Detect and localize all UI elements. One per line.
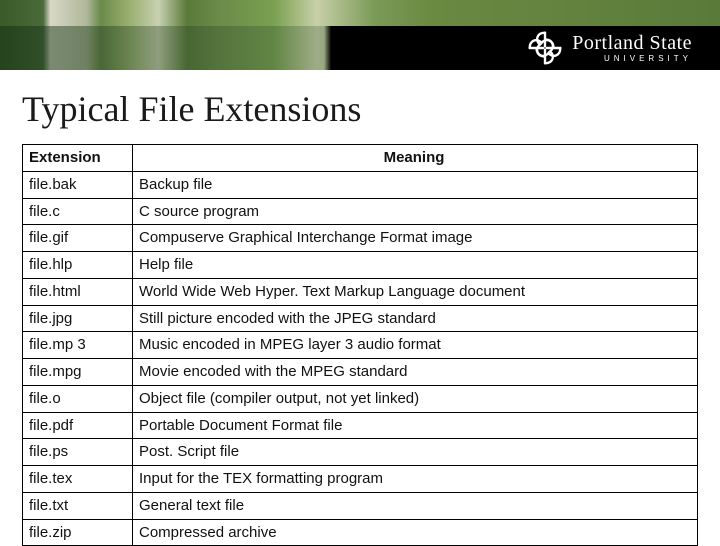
brand-title: Portland State xyxy=(572,33,692,53)
table-row: file.zipCompressed archive xyxy=(23,519,698,546)
cell-extension: file.c xyxy=(23,198,133,225)
extensions-table: Extension Meaning file.bakBackup filefil… xyxy=(22,144,698,546)
table-row: file.bakBackup file xyxy=(23,171,698,198)
cell-extension: file.tex xyxy=(23,466,133,493)
cell-meaning: Object file (compiler output, not yet li… xyxy=(133,385,698,412)
table-row: file.oObject file (compiler output, not … xyxy=(23,385,698,412)
table-row: file.mpgMovie encoded with the MPEG stan… xyxy=(23,359,698,386)
cell-meaning: Backup file xyxy=(133,171,698,198)
cell-extension: file.jpg xyxy=(23,305,133,332)
cell-extension: file.txt xyxy=(23,492,133,519)
cell-meaning: World Wide Web Hyper. Text Markup Langua… xyxy=(133,278,698,305)
table-header-row: Extension Meaning xyxy=(23,145,698,172)
cell-extension: file.o xyxy=(23,385,133,412)
cell-meaning: Portable Document Format file xyxy=(133,412,698,439)
table-row: file.mp 3Music encoded in MPEG layer 3 a… xyxy=(23,332,698,359)
cell-meaning: Compressed archive xyxy=(133,519,698,546)
brand-subtitle: UNIVERSITY xyxy=(572,55,692,63)
cell-extension: file.zip xyxy=(23,519,133,546)
table-row: file.pdfPortable Document Format file xyxy=(23,412,698,439)
table-row: file.jpgStill picture encoded with the J… xyxy=(23,305,698,332)
cell-meaning: C source program xyxy=(133,198,698,225)
cell-extension: file.bak xyxy=(23,171,133,198)
brand-block: Portland State UNIVERSITY xyxy=(528,31,692,65)
table-row: file.gifCompuserve Graphical Interchange… xyxy=(23,225,698,252)
cell-extension: file.ps xyxy=(23,439,133,466)
table-row: file.hlpHelp file xyxy=(23,252,698,279)
cell-meaning: Input for the TEX formatting program xyxy=(133,466,698,493)
col-header-meaning: Meaning xyxy=(133,145,698,172)
cell-meaning: Compuserve Graphical Interchange Format … xyxy=(133,225,698,252)
table-row: file.htmlWorld Wide Web Hyper. Text Mark… xyxy=(23,278,698,305)
col-header-extension: Extension xyxy=(23,145,133,172)
cell-meaning: Post. Script file xyxy=(133,439,698,466)
cell-extension: file.mpg xyxy=(23,359,133,386)
banner-overlay: Portland State UNIVERSITY xyxy=(0,26,720,70)
cell-meaning: Still picture encoded with the JPEG stan… xyxy=(133,305,698,332)
table-row: file.txtGeneral text file xyxy=(23,492,698,519)
table-row: file.texInput for the TEX formatting pro… xyxy=(23,466,698,493)
cell-meaning: Music encoded in MPEG layer 3 audio form… xyxy=(133,332,698,359)
cell-extension: file.mp 3 xyxy=(23,332,133,359)
table-row: file.cC source program xyxy=(23,198,698,225)
cell-meaning: General text file xyxy=(133,492,698,519)
page-title: Typical File Extensions xyxy=(0,70,720,144)
portland-state-logo-icon xyxy=(528,31,562,65)
cell-meaning: Help file xyxy=(133,252,698,279)
table-container: Extension Meaning file.bakBackup filefil… xyxy=(0,144,720,546)
cell-extension: file.pdf xyxy=(23,412,133,439)
banner-image: Portland State UNIVERSITY xyxy=(0,0,720,70)
cell-extension: file.hlp xyxy=(23,252,133,279)
cell-meaning: Movie encoded with the MPEG standard xyxy=(133,359,698,386)
cell-extension: file.html xyxy=(23,278,133,305)
table-row: file.psPost. Script file xyxy=(23,439,698,466)
cell-extension: file.gif xyxy=(23,225,133,252)
